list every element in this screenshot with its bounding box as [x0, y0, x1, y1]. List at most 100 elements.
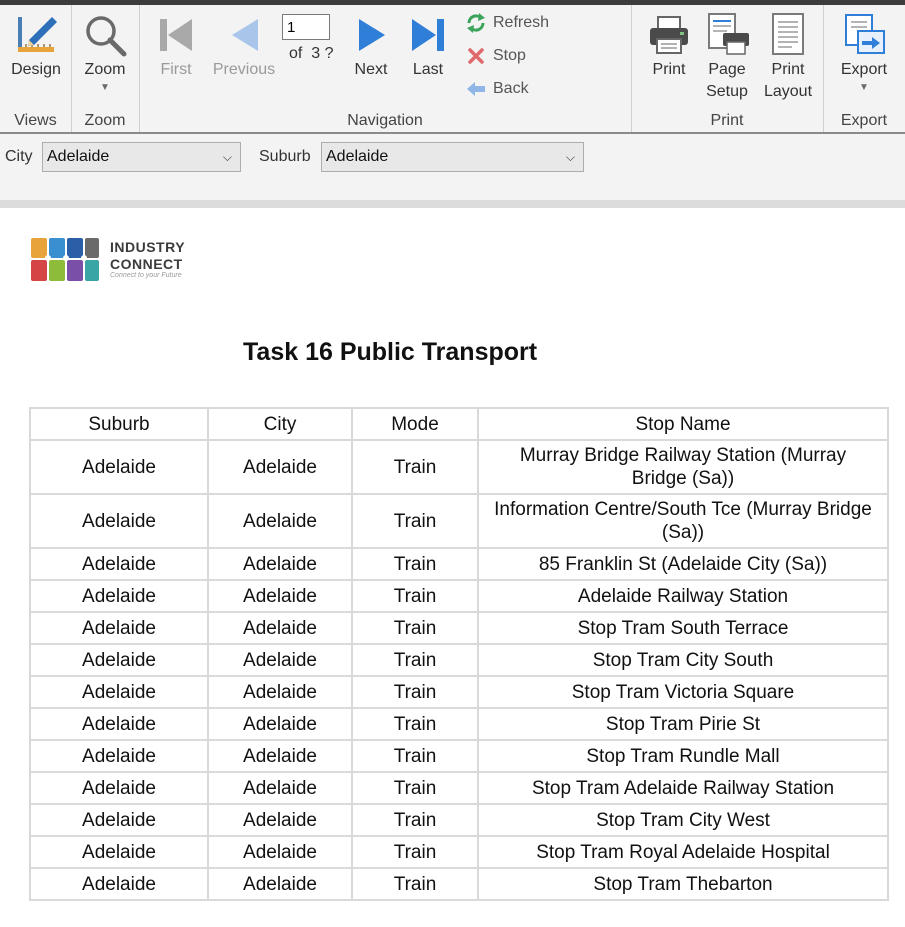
stop-name-cell: Stop Tram South Terrace	[477, 611, 889, 645]
logo-wordmark-line2: CONNECT	[110, 256, 183, 272]
suburb-cell: Adelaide	[29, 835, 209, 869]
table-row: Adelaide Adelaide Train Stop Tram Victor…	[29, 675, 889, 709]
mode-cell: Train	[351, 493, 479, 549]
suburb-cell: Adelaide	[29, 739, 209, 773]
design-label: Design	[11, 61, 61, 78]
table-row: Adelaide Adelaide Train Information Cent…	[29, 493, 889, 549]
stop-name-cell: Stop Tram Thebarton	[477, 867, 889, 901]
city-cell: Adelaide	[207, 579, 353, 613]
industry-connect-logo-icon	[31, 238, 99, 281]
stop-name-cell: Stop Tram City West	[477, 803, 889, 837]
stop-name-cell: Stop Tram Pirie St	[477, 707, 889, 741]
export-button[interactable]: Export ▼	[833, 11, 895, 93]
city-cell: Adelaide	[207, 643, 353, 677]
table-row: Adelaide Adelaide Train Adelaide Railway…	[29, 579, 889, 613]
mode-cell: Train	[351, 803, 479, 837]
table-row: Adelaide Adelaide Train Murray Bridge Ra…	[29, 439, 889, 495]
mode-cell: Train	[351, 643, 479, 677]
page-setup-label-line2: Setup	[706, 83, 748, 100]
stop-name-cell: Stop Tram Rundle Mall	[477, 739, 889, 773]
suburb-cell: Adelaide	[29, 707, 209, 741]
stop-label: Stop	[493, 47, 526, 64]
table-row: Adelaide Adelaide Train Stop Tram City W…	[29, 803, 889, 837]
stop-button[interactable]: Stop	[465, 44, 526, 68]
page-setup-icon	[708, 13, 749, 55]
stop-name-line1: Information Centre/South Tce (Murray Bri…	[494, 499, 872, 520]
table-row: Adelaide Adelaide Train Stop Tram Rundle…	[29, 739, 889, 773]
suburb-cell: Adelaide	[29, 675, 209, 709]
previous-page-icon	[232, 19, 258, 51]
first-label: First	[160, 61, 192, 78]
last-page-icon	[412, 19, 444, 51]
views-group: Design Views	[0, 5, 72, 132]
print-layout-button[interactable]: Print Layout	[759, 11, 817, 103]
table-row: Adelaide Adelaide Train Stop Tram City S…	[29, 643, 889, 677]
stop-x-icon	[468, 48, 484, 64]
total-pages: 3 ?	[311, 45, 334, 62]
print-button[interactable]: Print	[643, 11, 695, 81]
table-row: Adelaide Adelaide Train Stop Tram South …	[29, 611, 889, 645]
city-select[interactable]: Adelaide ⌵	[42, 142, 241, 172]
mode-cell: Train	[351, 771, 479, 805]
page-setup-button[interactable]: Page Setup	[701, 11, 753, 103]
mode-cell: Train	[351, 547, 479, 581]
report-viewer-ribbon: Design Views Zoom ▼ Zoom First Previous …	[0, 5, 905, 134]
first-page-button[interactable]: First	[153, 11, 199, 81]
city-cell: Adelaide	[207, 803, 353, 837]
next-page-button[interactable]: Next	[347, 11, 395, 81]
print-layout-icon	[772, 13, 804, 55]
column-header-city: City	[207, 407, 353, 441]
previous-page-button[interactable]: Previous	[209, 11, 279, 81]
suburb-select[interactable]: Adelaide ⌵	[321, 142, 584, 172]
stop-name-cell: Murray Bridge Railway Station (Murray Bri…	[477, 439, 889, 495]
back-button[interactable]: Back	[465, 77, 529, 101]
city-select-value: Adelaide	[47, 148, 110, 165]
print-group-label: Print	[710, 112, 744, 129]
stop-name-line2: Bridge (Sa))	[631, 468, 735, 489]
stop-name-cell: Stop Tram Royal Adelaide Hospital	[477, 835, 889, 869]
mode-cell: Train	[351, 611, 479, 645]
city-cell: Adelaide	[207, 835, 353, 869]
suburb-cell: Adelaide	[29, 867, 209, 901]
refresh-button[interactable]: Refresh	[465, 11, 549, 35]
page-count: of 3 ?	[289, 45, 333, 63]
magnifier-icon	[86, 16, 127, 57]
design-button[interactable]: Design	[8, 11, 64, 81]
mode-cell: Train	[351, 739, 479, 773]
city-cell: Adelaide	[207, 739, 353, 773]
logo-tagline: Connect to your Future	[110, 272, 182, 279]
suburb-cell: Adelaide	[29, 611, 209, 645]
stop-name-cell: Stop Tram Victoria Square	[477, 675, 889, 709]
previous-label: Previous	[212, 61, 276, 78]
zoom-group: Zoom ▼ Zoom	[71, 5, 140, 132]
zoom-button[interactable]: Zoom ▼	[79, 11, 131, 93]
parameters-separator	[0, 200, 905, 208]
last-page-button[interactable]: Last	[405, 11, 451, 81]
city-cell: Adelaide	[207, 493, 353, 549]
export-label: Export	[840, 61, 888, 78]
refresh-label: Refresh	[493, 14, 550, 31]
table-header-row: Suburb City Mode Stop Name	[29, 407, 889, 441]
current-page-input[interactable]	[282, 14, 330, 40]
export-group-label: Export	[840, 112, 888, 129]
back-label: Back	[493, 80, 529, 97]
stop-name-cell: 85 Franklin St (Adelaide City (Sa))	[477, 547, 889, 581]
mode-cell: Train	[351, 579, 479, 613]
table-row: Adelaide Adelaide Train Stop Tram Adelai…	[29, 771, 889, 805]
stop-name-line2: (Sa))	[661, 522, 705, 543]
city-cell: Adelaide	[207, 771, 353, 805]
stop-name-cell: Stop Tram City South	[477, 643, 889, 677]
first-page-icon	[160, 19, 192, 51]
mode-cell: Train	[351, 675, 479, 709]
zoom-dropdown-arrow-icon: ▼	[100, 82, 110, 93]
navigation-group: First Previous of 3 ? Next Last	[139, 5, 632, 132]
chevron-down-icon: ⌵	[565, 150, 575, 164]
suburb-cell: Adelaide	[29, 493, 209, 549]
design-pencil-ruler-icon	[18, 17, 57, 52]
suburb-select-value: Adelaide	[326, 148, 389, 165]
table-row: Adelaide Adelaide Train Stop Tram Pirie …	[29, 707, 889, 741]
table-row: Adelaide Adelaide Train Stop Tram Royal …	[29, 835, 889, 869]
back-arrow-icon	[467, 81, 485, 96]
print-layout-label: Print Layout	[759, 59, 817, 103]
suburb-cell: Adelaide	[29, 439, 209, 495]
